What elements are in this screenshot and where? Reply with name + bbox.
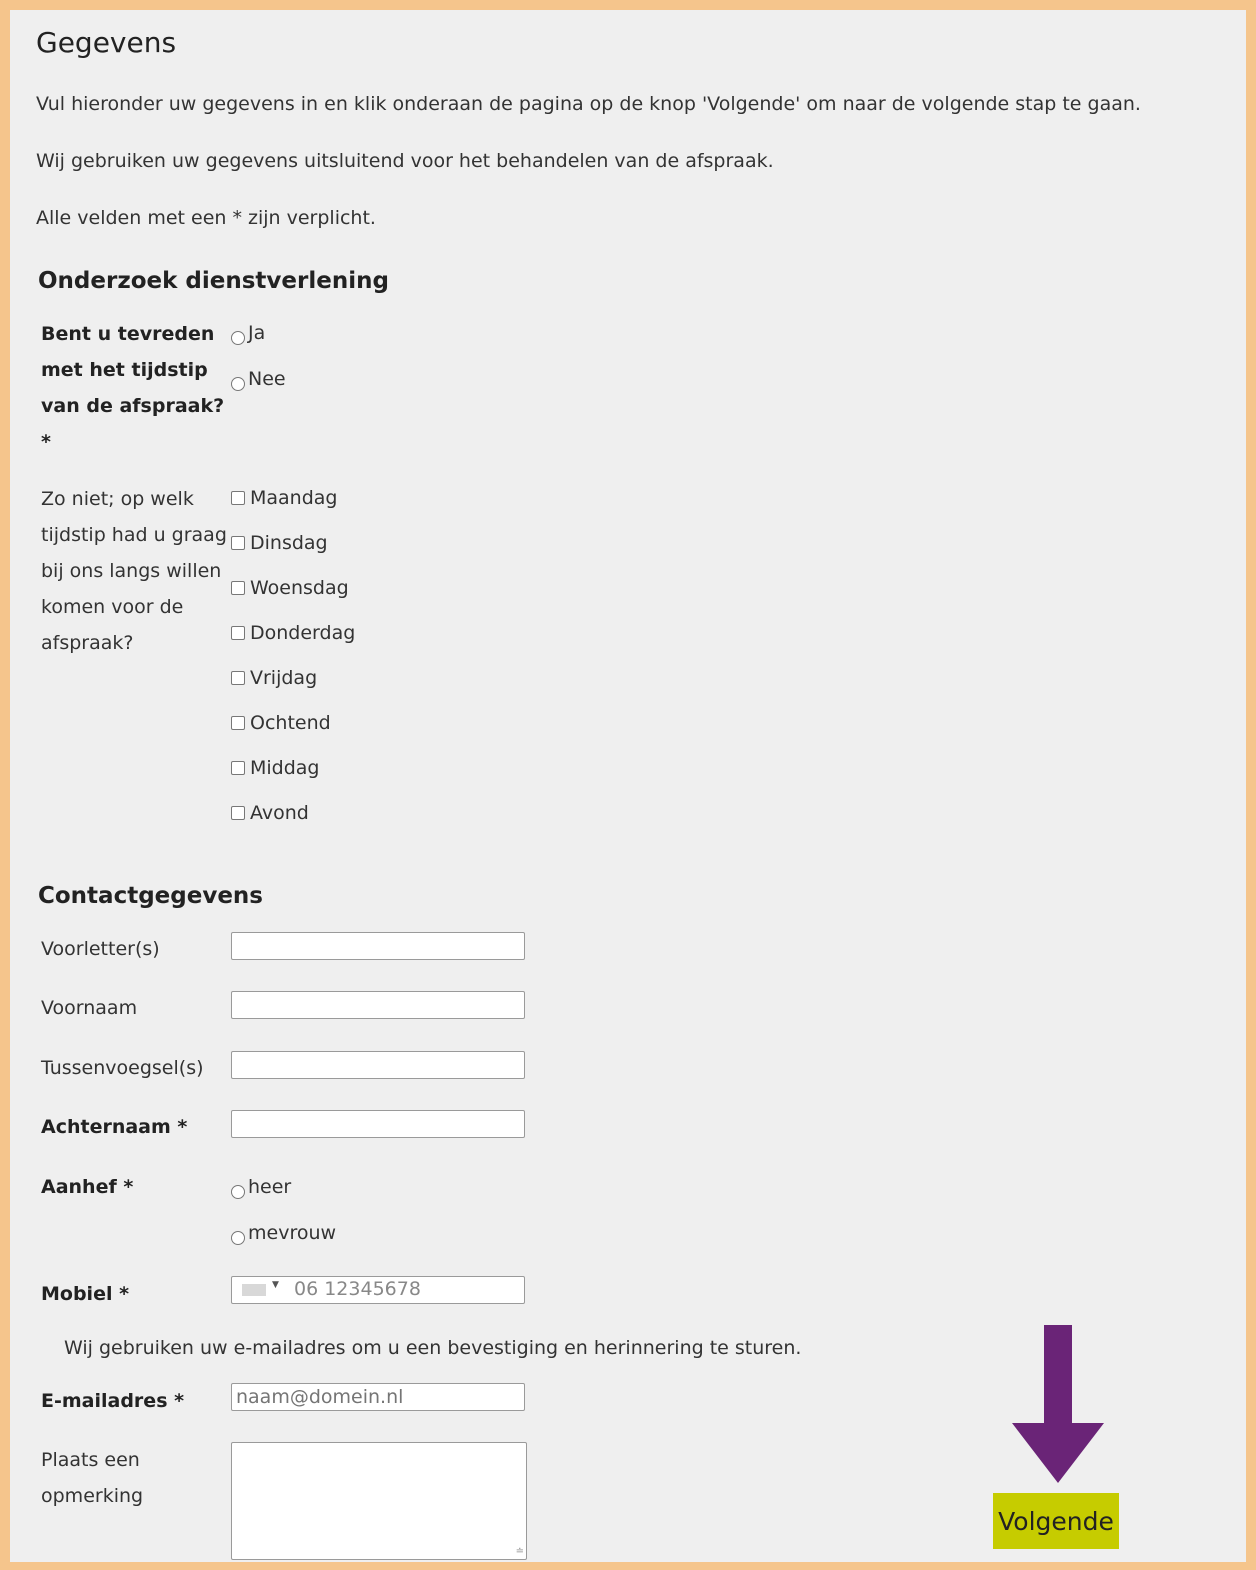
checkbox-dinsdag[interactable]: Dinsdag (231, 532, 328, 554)
radio-mevrouw-label: mevrouw (248, 1222, 337, 1244)
tussenvoegsel-input[interactable] (231, 1051, 525, 1079)
achternaam-label: Achternaam * (41, 1116, 188, 1138)
mobiel-input[interactable]: ▼ 06 12345678 (231, 1276, 525, 1304)
voorletters-label: Voorletter(s) (41, 938, 160, 960)
tussenvoegsel-label: Tussenvoegsel(s) (41, 1057, 204, 1079)
checkbox-label: Ochtend (250, 712, 331, 734)
radio-nee-label: Nee (248, 368, 286, 390)
checkbox-icon[interactable] (231, 536, 245, 550)
checkbox-vrijdag[interactable]: Vrijdag (231, 667, 317, 689)
intro-text-1: Vul hieronder uw gegevens in en klik ond… (36, 93, 1141, 115)
radio-button-icon[interactable] (231, 1185, 245, 1199)
radio-heer[interactable]: heer (231, 1176, 292, 1199)
checkbox-label: Woensdag (250, 577, 349, 599)
radio-mevrouw[interactable]: mevrouw (231, 1222, 337, 1245)
radio-nee[interactable]: Nee (231, 368, 286, 391)
voorletters-input[interactable] (231, 932, 525, 960)
intro-text-2: Wij gebruiken uw gegevens uitsluitend vo… (36, 150, 774, 172)
email-input[interactable] (231, 1383, 525, 1411)
radio-button-icon[interactable] (231, 331, 245, 345)
arrow-down-icon (1044, 1325, 1072, 1425)
checkbox-icon[interactable] (231, 581, 245, 595)
preferred-label: Zo niet; op welk tijdstip had u graag bi… (41, 488, 227, 654)
checkbox-icon[interactable] (231, 491, 245, 505)
checkbox-label: Middag (250, 757, 320, 779)
email-note: Wij gebruiken uw e-mailadres om u een be… (64, 1337, 802, 1359)
flag-icon[interactable] (242, 1284, 266, 1296)
contact-heading: Contactgegevens (38, 883, 263, 909)
survey-heading: Onderzoek dienstverlening (38, 268, 389, 294)
checkbox-icon[interactable] (231, 716, 245, 730)
radio-button-icon[interactable] (231, 1231, 245, 1245)
caret-down-icon[interactable]: ▼ (272, 1280, 279, 1290)
achternaam-input[interactable] (231, 1110, 525, 1138)
checkbox-maandag[interactable]: Maandag (231, 487, 338, 509)
page-title: Gegevens (36, 26, 177, 59)
checkbox-avond[interactable]: Avond (231, 802, 309, 824)
checkbox-label: Donderdag (250, 622, 356, 644)
checkbox-label: Avond (250, 802, 309, 824)
checkbox-icon[interactable] (231, 626, 245, 640)
radio-ja[interactable]: Ja (231, 322, 266, 345)
form-page: Gegevens Vul hieronder uw gegevens in en… (10, 10, 1246, 1562)
voornaam-label: Voornaam (41, 997, 138, 1019)
mobiel-placeholder: 06 12345678 (294, 1278, 421, 1300)
radio-ja-label: Ja (248, 322, 266, 344)
aanhef-label: Aanhef * (41, 1176, 134, 1198)
checkbox-icon[interactable] (231, 806, 245, 820)
satisfied-label: Bent u tevreden met het tijdstip van de … (41, 323, 225, 453)
checkbox-donderdag[interactable]: Donderdag (231, 622, 355, 644)
checkbox-label: Maandag (250, 487, 338, 509)
checkbox-label: Vrijdag (250, 667, 318, 689)
arrow-down-icon-head (1012, 1423, 1104, 1483)
opmerking-textarea[interactable]: ≐ (231, 1442, 527, 1560)
next-button[interactable]: Volgende (993, 1493, 1119, 1549)
checkbox-middag[interactable]: Middag (231, 757, 320, 779)
checkbox-icon[interactable] (231, 671, 245, 685)
opmerking-label: Plaats een opmerking (41, 1449, 144, 1507)
voornaam-input[interactable] (231, 991, 525, 1019)
email-label: E-mailadres * (41, 1390, 185, 1412)
mobiel-label: Mobiel * (41, 1283, 130, 1305)
checkbox-ochtend[interactable]: Ochtend (231, 712, 331, 734)
checkbox-icon[interactable] (231, 761, 245, 775)
checkbox-woensdag[interactable]: Woensdag (231, 577, 349, 599)
radio-button-icon[interactable] (231, 377, 245, 391)
resize-grip-icon[interactable]: ≐ (516, 1547, 524, 1557)
checkbox-label: Dinsdag (250, 532, 328, 554)
radio-heer-label: heer (248, 1176, 292, 1198)
required-note: Alle velden met een * zijn verplicht. (36, 207, 376, 229)
